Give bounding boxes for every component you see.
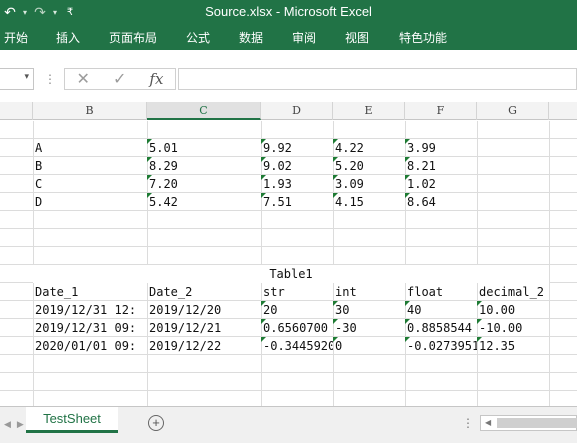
cell[interactable]: 2019/12/31 09: bbox=[33, 319, 147, 337]
cell[interactable]: -30 bbox=[333, 319, 405, 337]
cell[interactable]: 9.02 bbox=[261, 157, 333, 175]
table-row bbox=[0, 391, 577, 406]
window-title: Source.xlsx - Microsoft Excel bbox=[205, 4, 372, 19]
cell[interactable]: 2020/01/01 09: bbox=[33, 337, 147, 355]
table-row bbox=[0, 247, 577, 265]
cell[interactable]: 20 bbox=[261, 301, 333, 319]
cell[interactable]: 2019/12/31 12: bbox=[33, 301, 147, 319]
cell[interactable]: 10.00 bbox=[477, 301, 549, 319]
table-row: C 7.20 1.93 3.09 1.02 bbox=[0, 175, 577, 193]
cell[interactable]: 3.99 bbox=[405, 139, 477, 157]
column-header-b[interactable]: B bbox=[33, 102, 147, 120]
cell[interactable]: D bbox=[33, 193, 147, 211]
tab-home[interactable]: 开始 bbox=[4, 29, 28, 46]
cell[interactable]: 8.21 bbox=[405, 157, 477, 175]
cell[interactable]: -0.0273951 bbox=[405, 337, 477, 355]
cell[interactable]: 4.15 bbox=[333, 193, 405, 211]
cell[interactable]: 4.22 bbox=[333, 139, 405, 157]
table-row: 2019/12/31 12: 2019/12/20 20 30 40 10.00 bbox=[0, 301, 577, 319]
column-header-c[interactable]: C bbox=[147, 102, 261, 120]
sheet-tab-testsheet[interactable]: TestSheet bbox=[26, 407, 118, 433]
table-row: A 5.01 9.92 4.22 3.99 bbox=[0, 139, 577, 157]
cell[interactable]: 9.92 bbox=[261, 139, 333, 157]
cell[interactable]: 0 bbox=[333, 337, 405, 355]
cell[interactable]: 2019/12/20 bbox=[147, 301, 261, 319]
cell[interactable]: B bbox=[33, 157, 147, 175]
column-header-cell[interactable]: decimal_2 bbox=[477, 283, 549, 301]
column-header-cell[interactable]: Date_2 bbox=[147, 283, 261, 301]
tab-formulas[interactable]: 公式 bbox=[186, 29, 210, 46]
formula-buttons: ✕ ✓ fx bbox=[64, 68, 176, 90]
more-options-icon[interactable]: ⋮ bbox=[462, 416, 474, 430]
cell[interactable]: 30 bbox=[333, 301, 405, 319]
cell[interactable]: 5.42 bbox=[147, 193, 261, 211]
cell[interactable]: 7.51 bbox=[261, 193, 333, 211]
table-row bbox=[0, 229, 577, 247]
table-row: 2020/01/01 09: 2019/12/22 -0.3445920 0 -… bbox=[0, 337, 577, 355]
cancel-icon[interactable]: ✕ bbox=[77, 69, 90, 89]
column-header-cell[interactable]: str bbox=[261, 283, 333, 301]
cell[interactable]: 2019/12/21 bbox=[147, 319, 261, 337]
tab-review[interactable]: 审阅 bbox=[292, 29, 316, 46]
cell[interactable]: 0.8858544 bbox=[405, 319, 477, 337]
table-row: D 5.42 7.51 4.15 8.64 bbox=[0, 193, 577, 211]
column-header-cell[interactable]: int bbox=[333, 283, 405, 301]
table-header-row: Date_1 Date_2 str int float decimal_2 bbox=[0, 283, 577, 301]
title-bar: ↶ ▾ ↷ ▾ ₹ Source.xlsx - Microsoft Excel bbox=[0, 0, 577, 24]
cell[interactable]: A bbox=[33, 139, 147, 157]
sheet-tab-bar: ◀▶ TestSheet + ⋮ ◀ bbox=[0, 406, 577, 443]
table-row: 2019/12/31 09: 2019/12/21 0.6560700 -30 … bbox=[0, 319, 577, 337]
check-icon[interactable]: ✓ bbox=[113, 69, 126, 89]
cell[interactable]: 12.35 bbox=[477, 337, 549, 355]
cell[interactable]: 40 bbox=[405, 301, 477, 319]
table-title[interactable]: Table1 bbox=[33, 265, 549, 283]
cell[interactable]: 8.29 bbox=[147, 157, 261, 175]
add-sheet-button[interactable]: + bbox=[148, 415, 164, 431]
chevron-down-icon[interactable]: ▾ bbox=[24, 71, 29, 82]
tab-view[interactable]: 视图 bbox=[345, 29, 369, 46]
cell[interactable]: 7.20 bbox=[147, 175, 261, 193]
insert-function-button[interactable]: fx bbox=[149, 70, 163, 88]
column-header-d[interactable]: D bbox=[261, 102, 333, 120]
worksheet-grid: B C D E F G A 5.01 9.92 4.22 3.99 B 8.29… bbox=[0, 102, 577, 406]
cell[interactable]: 2019/12/22 bbox=[147, 337, 261, 355]
tab-insert[interactable]: 插入 bbox=[56, 29, 80, 46]
cell[interactable]: 1.02 bbox=[405, 175, 477, 193]
column-header-g[interactable]: G bbox=[477, 102, 549, 120]
horizontal-scrollbar[interactable]: ◀ bbox=[480, 415, 577, 431]
column-header-cell[interactable]: float bbox=[405, 283, 477, 301]
cell[interactable]: 5.01 bbox=[147, 139, 261, 157]
formula-bar: ▾ ⋮ ✕ ✓ fx bbox=[0, 64, 577, 94]
table-row bbox=[0, 355, 577, 373]
cell[interactable]: -10.00 bbox=[477, 319, 549, 337]
table-row bbox=[0, 373, 577, 391]
cell[interactable]: 0.6560700 bbox=[261, 319, 333, 337]
cell[interactable]: 1.93 bbox=[261, 175, 333, 193]
formula-input[interactable] bbox=[178, 68, 577, 90]
name-box[interactable]: ▾ bbox=[0, 68, 34, 90]
tab-page-layout[interactable]: 页面布局 bbox=[109, 29, 157, 46]
column-header-cell[interactable]: Date_1 bbox=[33, 283, 147, 301]
table-row: Table1 bbox=[0, 265, 577, 283]
cell[interactable]: C bbox=[33, 175, 147, 193]
cell[interactable]: 3.09 bbox=[333, 175, 405, 193]
corner-header[interactable] bbox=[0, 102, 33, 120]
cell[interactable]: 5.20 bbox=[333, 157, 405, 175]
cell[interactable]: -0.3445920 bbox=[261, 337, 333, 355]
column-headers: B C D E F G bbox=[0, 102, 577, 120]
scrollbar-thumb[interactable] bbox=[497, 418, 577, 428]
tab-features[interactable]: 特色功能 bbox=[399, 29, 447, 46]
table-row bbox=[0, 211, 577, 229]
table-row: B 8.29 9.02 5.20 8.21 bbox=[0, 157, 577, 175]
splitter-icon[interactable]: ⋮ bbox=[44, 72, 56, 86]
table-row bbox=[0, 121, 577, 139]
column-header-f[interactable]: F bbox=[405, 102, 477, 120]
cell[interactable]: 8.64 bbox=[405, 193, 477, 211]
scroll-left-icon[interactable]: ◀ bbox=[485, 418, 491, 427]
column-header-e[interactable]: E bbox=[333, 102, 405, 120]
ribbon-tab-bar: 开始 插入 页面布局 公式 数据 审阅 视图 特色功能 bbox=[0, 24, 577, 50]
tab-data[interactable]: 数据 bbox=[239, 29, 263, 46]
